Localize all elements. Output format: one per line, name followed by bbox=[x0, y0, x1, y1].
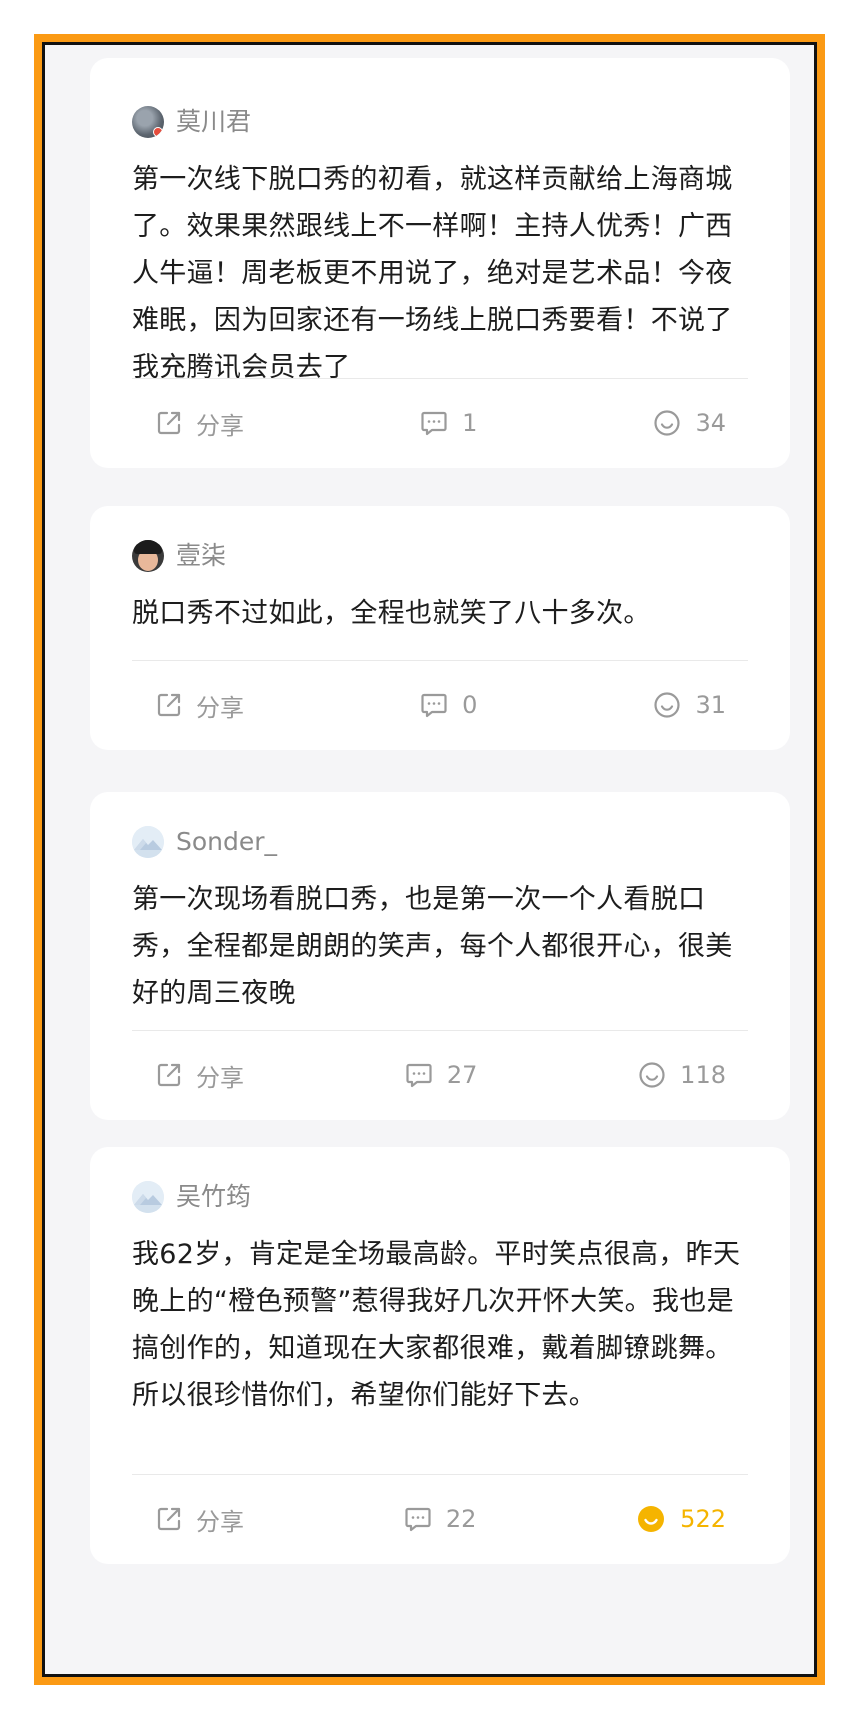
comment-count: 1 bbox=[462, 409, 478, 437]
post-text: 第一次现场看脱口秀，也是第一次一个人看脱口秀，全程都是朗朗的笑声，每个人都很开心… bbox=[132, 884, 733, 1009]
post-text: 第一次线下脱口秀的初看，就这样贡献给上海商城了。效果果然跟线上不一样啊！主持人优… bbox=[132, 164, 733, 383]
share-icon bbox=[157, 1063, 181, 1087]
share-label: 分享 bbox=[196, 693, 244, 722]
share-label: 分享 bbox=[196, 1507, 244, 1536]
avatar[interactable] bbox=[132, 106, 164, 138]
avatar[interactable] bbox=[132, 826, 164, 858]
like-count: 34 bbox=[695, 409, 726, 437]
post-card: 吴竹筠 我62岁，肯定是全场最高龄。平时笑点很高，昨天晚上的“橙色预警”惹得我好… bbox=[90, 1147, 790, 1564]
comment-button[interactable]: 0 bbox=[420, 691, 477, 719]
like-button[interactable]: 34 bbox=[653, 409, 726, 437]
share-icon bbox=[157, 1507, 181, 1531]
share-button[interactable]: 分享 bbox=[156, 406, 244, 441]
post-actions: 分享 1 34 bbox=[132, 378, 748, 468]
default-mountain-avatar-icon bbox=[132, 1181, 164, 1213]
smile-icon bbox=[639, 1062, 665, 1088]
post-header: 壹柒 bbox=[132, 536, 748, 576]
comment-button[interactable]: 27 bbox=[405, 1061, 478, 1089]
comment-icon bbox=[421, 411, 447, 436]
comment-button[interactable]: 1 bbox=[420, 409, 477, 437]
share-button[interactable]: 分享 bbox=[156, 1502, 244, 1537]
smile-icon bbox=[654, 692, 681, 718]
post-actions: 分享 22 522 bbox=[132, 1474, 748, 1564]
share-icon bbox=[157, 693, 181, 717]
comment-icon bbox=[405, 1507, 431, 1532]
default-mountain-avatar-icon bbox=[132, 826, 164, 858]
share-label: 分享 bbox=[196, 1063, 244, 1092]
comment-button[interactable]: 22 bbox=[404, 1505, 477, 1533]
comment-count: 0 bbox=[462, 691, 478, 719]
like-button[interactable]: 522 bbox=[636, 1504, 726, 1534]
post-text: 我62岁，肯定是全场最高龄。平时笑点很高，昨天晚上的“橙色预警”惹得我好几次开怀… bbox=[132, 1239, 741, 1411]
share-button[interactable]: 分享 bbox=[156, 688, 244, 723]
comment-count: 27 bbox=[446, 1061, 478, 1089]
comment-count: 22 bbox=[445, 1505, 477, 1533]
post-actions: 分享 0 31 bbox=[132, 660, 748, 750]
post-card: 壹柒 脱口秀不过如此，全程也就笑了八十多次。 分享 0 31 bbox=[90, 506, 790, 750]
feed-panel: 莫川君 第一次线下脱口秀的初看，就这样贡献给上海商城了。效果果然跟线上不一样啊！… bbox=[42, 42, 817, 1677]
like-count: 118 bbox=[680, 1061, 726, 1089]
post-text: 脱口秀不过如此，全程也就笑了八十多次。 bbox=[132, 598, 651, 629]
post-card: Sonder_ 第一次现场看脱口秀，也是第一次一个人看脱口秀，全程都是朗朗的笑声… bbox=[90, 792, 790, 1120]
post-actions: 分享 27 118 bbox=[132, 1030, 748, 1120]
avatar-hair bbox=[134, 540, 162, 554]
username[interactable]: 莫川君 bbox=[176, 102, 251, 142]
smile-filled-icon bbox=[638, 1506, 665, 1532]
share-button[interactable]: 分享 bbox=[156, 1058, 244, 1093]
like-count: 522 bbox=[680, 1505, 726, 1533]
post-header: Sonder_ bbox=[132, 822, 748, 862]
post-card: 莫川君 第一次线下脱口秀的初看，就这样贡献给上海商城了。效果果然跟线上不一样啊！… bbox=[90, 58, 790, 468]
username[interactable]: Sonder_ bbox=[176, 822, 277, 862]
post-header: 莫川君 bbox=[132, 102, 748, 142]
username[interactable]: 壹柒 bbox=[176, 536, 226, 576]
badge-dot-icon bbox=[153, 127, 163, 137]
comment-icon bbox=[421, 693, 447, 718]
like-count: 31 bbox=[695, 691, 726, 719]
post-header: 吴竹筠 bbox=[132, 1177, 748, 1217]
avatar[interactable] bbox=[132, 540, 164, 572]
like-button[interactable]: 118 bbox=[638, 1061, 726, 1089]
comment-icon bbox=[406, 1063, 432, 1088]
share-icon bbox=[157, 411, 181, 435]
avatar[interactable] bbox=[132, 1181, 164, 1213]
smile-icon bbox=[654, 410, 681, 436]
highlight-frame: 莫川君 第一次线下脱口秀的初看，就这样贡献给上海商城了。效果果然跟线上不一样啊！… bbox=[34, 34, 825, 1685]
username[interactable]: 吴竹筠 bbox=[176, 1177, 251, 1217]
share-label: 分享 bbox=[196, 411, 244, 440]
like-button[interactable]: 31 bbox=[653, 691, 726, 719]
